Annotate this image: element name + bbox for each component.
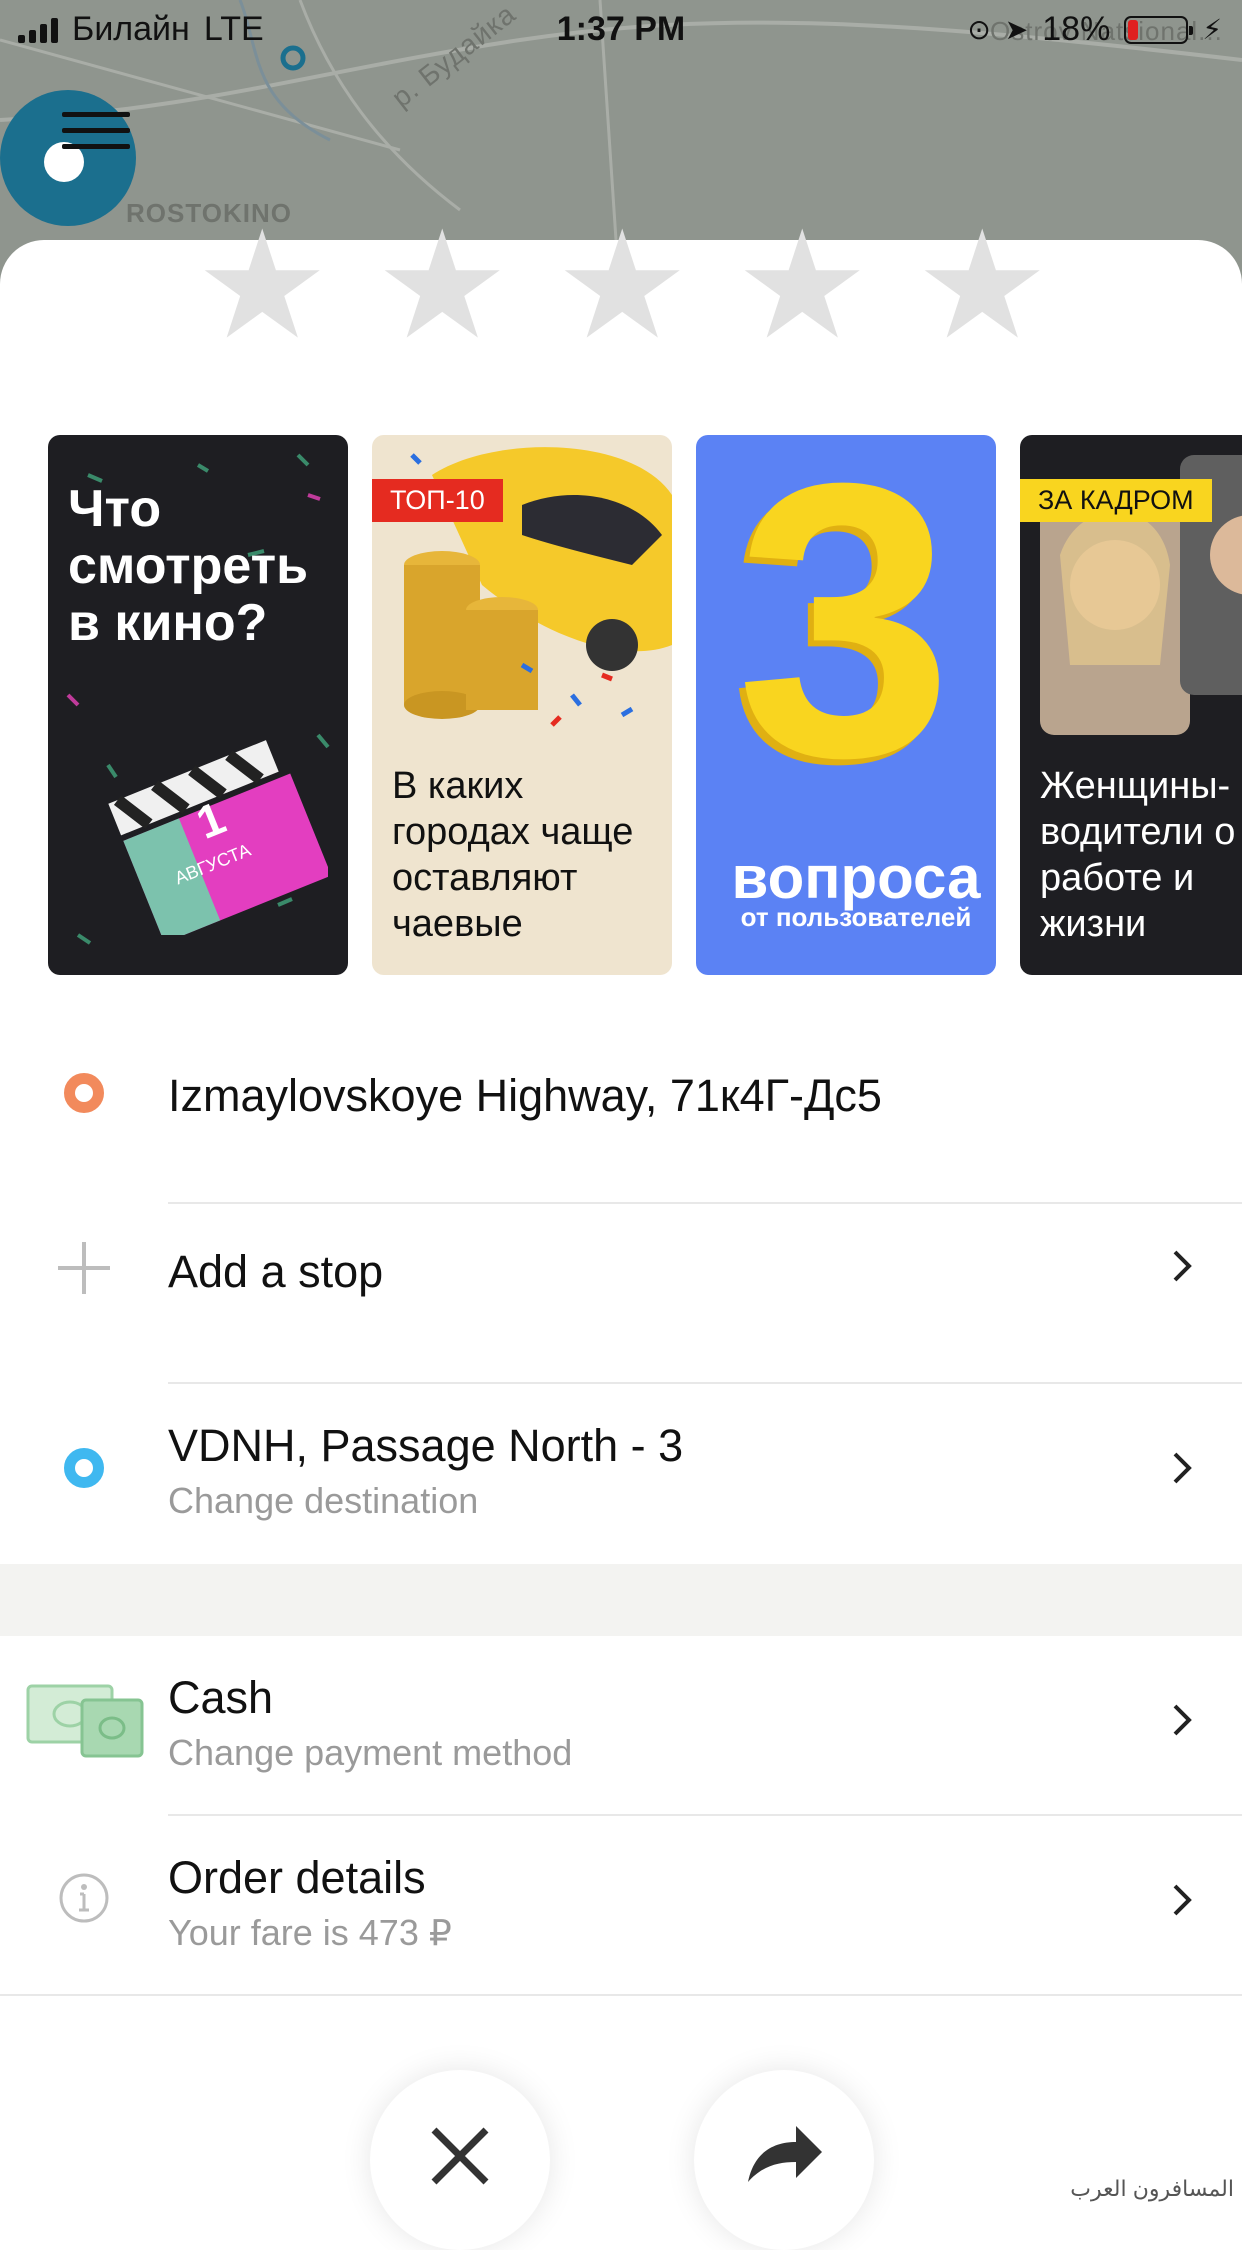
- location-arrow-icon: ➤: [1004, 14, 1029, 45]
- add-stop-label: Add a stop: [168, 1246, 384, 1297]
- story-title: Что смотреть в кино?: [68, 480, 309, 653]
- story-card-behind-scenes[interactable]: ЗА КАДРОМ Женщины-водители о работе и жи…: [1020, 435, 1242, 975]
- destination-dot-icon: [64, 1448, 104, 1488]
- story-big-number: 3: [736, 435, 953, 838]
- story-caption: В каких городах чаще оставляют чаевые: [392, 765, 634, 945]
- story-card-questions[interactable]: 3 вопроса от пользователей: [696, 435, 996, 975]
- menu-button[interactable]: [0, 90, 136, 226]
- info-icon: [59, 1873, 109, 1923]
- story-subtitle: от пользователей: [740, 902, 972, 932]
- pickup-address: Izmaylovskoye Highway, 71к4Г-Дс5: [168, 1070, 882, 1121]
- divider: [0, 1994, 1242, 1996]
- plus-icon: [58, 1242, 110, 1294]
- battery-percent: 18%: [1042, 10, 1111, 48]
- cash-icon: [26, 1684, 144, 1758]
- divider: [168, 1814, 1242, 1816]
- chevron-right-icon: [1173, 1704, 1192, 1736]
- orientation-lock-icon: ⊙: [967, 14, 991, 45]
- add-stop-row[interactable]: Add a stop: [0, 1240, 1242, 1420]
- destination-row[interactable]: VDNH, Passage North - 3 Change destinati…: [0, 1420, 1242, 1560]
- payment-row[interactable]: Cash Change payment method: [0, 1672, 1242, 1812]
- story-card-cinema[interactable]: Что смотреть в кино? 1 АВГУСТА: [48, 435, 348, 975]
- cancel-button[interactable]: [370, 2070, 550, 2250]
- status-bar: Билайн LTE 1:37 PM ⊙ ➤ 18% ⚡: [0, 0, 1242, 60]
- story-card-tips[interactable]: ТОП-10 В каких городах чаще оставляют ча…: [372, 435, 672, 975]
- payment-method: Cash: [168, 1672, 274, 1723]
- order-details-row[interactable]: Order details Your fare is 473 ₽: [0, 1852, 1242, 1992]
- star-icon[interactable]: ★: [375, 210, 509, 360]
- battery-icon: [1124, 15, 1194, 44]
- stories-carousel[interactable]: Что смотреть в кино? 1 АВГУСТА ТОП-10 В …: [48, 435, 1242, 975]
- star-icon[interactable]: ★: [555, 210, 689, 360]
- watermark-logo: المسافرون العرب: [1070, 2176, 1234, 2201]
- share-arrow-icon: [748, 2126, 822, 2182]
- story-caption: Женщины-водители о работе и жизни: [1040, 765, 1236, 945]
- star-icon[interactable]: ★: [915, 210, 1049, 360]
- star-icon[interactable]: ★: [195, 210, 329, 360]
- charging-icon: ⚡: [1202, 14, 1222, 45]
- story-badge: ЗА КАДРОМ: [1020, 479, 1212, 522]
- divider: [168, 1202, 1242, 1204]
- pickup-dot-icon: [64, 1073, 104, 1113]
- order-sheet: ★ ★ ★ ★ ★ Что смотреть в кино? 1 АВГУСТА: [0, 210, 1242, 2250]
- destination-address: VDNH, Passage North - 3: [168, 1420, 684, 1471]
- pickup-row[interactable]: Izmaylovskoye Highway, 71к4Г-Дс5: [0, 1060, 1242, 1240]
- divider: [168, 1382, 1242, 1384]
- order-details-title: Order details: [168, 1852, 426, 1903]
- chevron-right-icon: [1173, 1452, 1192, 1484]
- order-fare: Your fare is 473 ₽: [168, 1912, 452, 1953]
- chevron-right-icon: [1173, 1250, 1192, 1282]
- rating-stars[interactable]: ★ ★ ★ ★ ★: [0, 210, 1242, 360]
- chevron-right-icon: [1173, 1884, 1192, 1916]
- battery-fill: [1128, 19, 1139, 40]
- close-icon: [431, 2127, 489, 2185]
- share-button[interactable]: [694, 2070, 874, 2250]
- hamburger-icon: [62, 112, 130, 160]
- star-icon[interactable]: ★: [735, 210, 869, 360]
- destination-hint: Change destination: [168, 1480, 479, 1521]
- story-badge: ТОП-10: [372, 479, 503, 522]
- section-separator: [0, 1564, 1242, 1636]
- payment-hint: Change payment method: [168, 1732, 573, 1773]
